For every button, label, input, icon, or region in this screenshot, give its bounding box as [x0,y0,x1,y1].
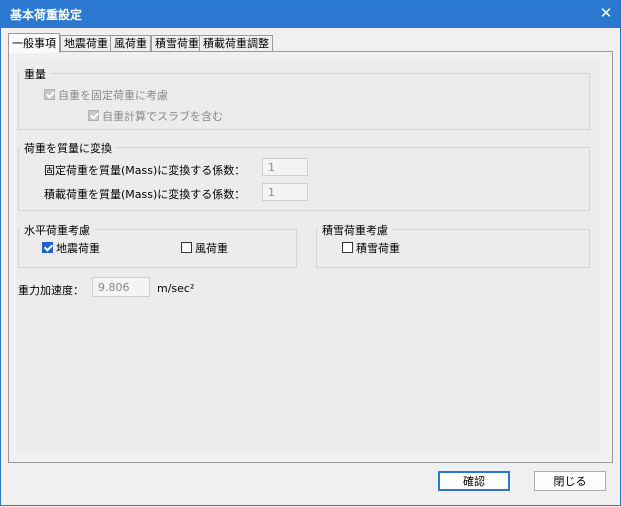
live-load-factor-input[interactable]: 1 [262,183,308,201]
weight-group-title: 重量 [20,66,50,82]
snow-load-label: 積雪荷重 [356,242,400,255]
slab-label: 自重計算でスラブを含む [102,110,223,123]
self-weight-label: 自重を固定荷重に考慮 [58,89,168,102]
live-load-factor-label: 積載荷重を質量(Mass)に変換する係数： [44,188,246,201]
window-title: 基本荷重設定 [10,8,83,22]
close-icon[interactable]: ✕ [596,3,616,23]
confirm-button[interactable]: 確認 [438,471,510,491]
wind-load-label: 風荷重 [195,242,228,255]
dead-load-factor-input[interactable]: 1 [262,158,308,176]
gravity-label: 重力加速度： [18,284,84,297]
wind-load-checkbox[interactable] [181,242,192,253]
dead-load-factor-label: 固定荷重を質量(Mass)に変換する係数： [44,164,246,177]
close-button[interactable]: 閉じる [534,471,606,491]
gravity-unit: m/sec² [157,282,195,295]
seismic-load-label: 地震荷重 [56,242,100,255]
tab-seismic-load[interactable]: 地震荷重 [60,35,112,52]
self-weight-checkbox[interactable] [44,89,55,100]
gravity-input[interactable]: 9.806 [92,277,150,297]
seismic-load-checkbox[interactable] [42,242,53,253]
tab-snow-load[interactable]: 積雪荷重 [151,35,203,52]
title-bar [0,0,621,28]
tab-wind-load[interactable]: 風荷重 [110,35,151,52]
tab-general[interactable]: 一般事項 [8,33,60,53]
slab-checkbox[interactable] [88,110,99,121]
snow-load-group-title: 積雪荷重考慮 [318,222,392,238]
horizontal-load-group-title: 水平荷重考慮 [20,222,94,238]
tab-live-load-adjust[interactable]: 積載荷重調整 [199,35,273,52]
mass-group-title: 荷重を質量に変換 [20,140,116,156]
snow-load-checkbox[interactable] [342,242,353,253]
